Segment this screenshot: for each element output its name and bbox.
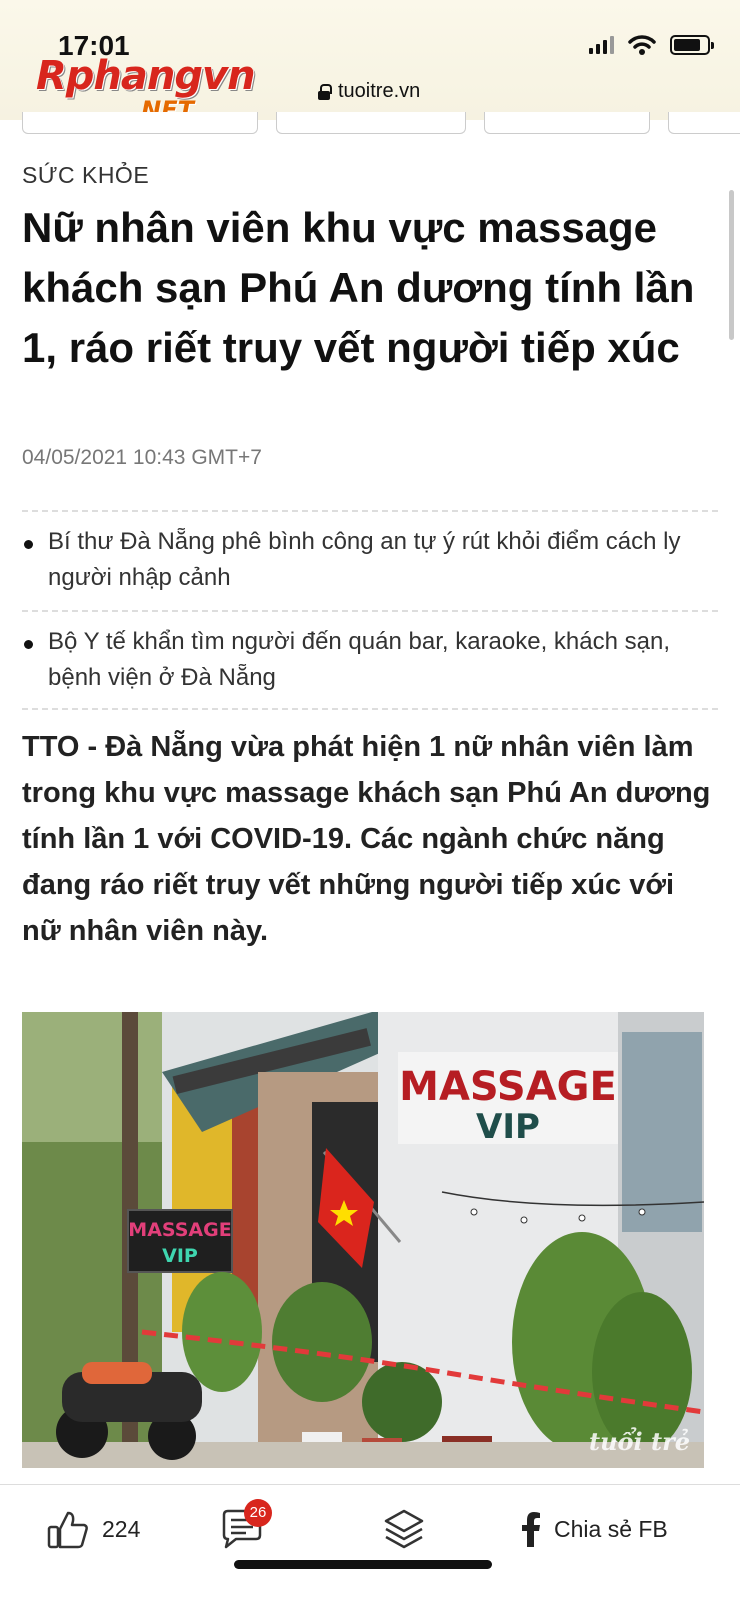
article-category[interactable]: SỨC KHỎE — [22, 162, 149, 189]
comment-count-badge: 26 — [244, 1499, 272, 1527]
comments-button[interactable]: 26 — [220, 1499, 272, 1553]
photo-sign-small-line2: VIP — [162, 1245, 198, 1267]
like-button[interactable]: 224 — [46, 1505, 140, 1553]
related-item[interactable]: Bộ Y tế khẩn tìm người đến quán bar, kar… — [22, 610, 718, 710]
bottom-action-bar: 224 26 Chia sẻ FB — [0, 1484, 740, 1600]
wifi-icon — [628, 35, 656, 55]
related-item[interactable]: Bí thư Đà Nẵng phê bình công an tự ý rút… — [22, 510, 718, 610]
nav-chip[interactable] — [484, 112, 650, 134]
like-count: 224 — [102, 1515, 141, 1542]
photo-sign-small-line1: MASSAGE — [128, 1219, 231, 1241]
battery-icon — [670, 35, 714, 55]
photo-watermark: tuổi trẻ — [589, 1427, 690, 1456]
scrollbar[interactable] — [729, 190, 734, 340]
nav-chip-strip — [0, 112, 740, 134]
article-photo[interactable]: MASSAGE VIP MASSAGE VIP tuổi trẻ — [22, 1012, 704, 1468]
home-indicator[interactable] — [234, 1560, 492, 1569]
nav-chip[interactable] — [22, 112, 258, 134]
related-link[interactable]: Bí thư Đà Nẵng phê bình công an tự ý rút… — [48, 524, 718, 596]
thumbs-up-icon — [47, 1511, 88, 1549]
bullet-icon — [24, 540, 33, 549]
browser-header: 17:01 Rphangvn .NET tuoitre.vn — [0, 0, 740, 124]
photo-sign-main-line2: VIP — [476, 1107, 540, 1147]
site-logo: Rphangvn .NET — [36, 53, 256, 124]
article-title: Nữ nhân viên khu vực massage khách sạn P… — [22, 204, 695, 371]
layers-icon — [384, 1509, 424, 1549]
address-bar[interactable]: tuoitre.vn — [318, 80, 420, 103]
article-date: 04/05/2021 10:43 GMT+7 — [22, 446, 262, 469]
status-icons — [589, 34, 714, 56]
facebook-icon — [522, 1512, 540, 1547]
photo-sign-main-line1: MASSAGE — [399, 1064, 617, 1110]
nav-chip[interactable] — [668, 112, 740, 134]
nav-chip[interactable] — [276, 112, 466, 134]
article-lede: TTO - Đà Nẵng vừa phát hiện 1 nữ nhân vi… — [22, 731, 711, 947]
layers-button[interactable] — [382, 1505, 426, 1553]
url-text: tuoitre.vn — [338, 80, 421, 102]
bullet-icon — [24, 640, 33, 649]
share-facebook-button[interactable]: Chia sẻ FB — [520, 1505, 668, 1553]
related-link[interactable]: Bộ Y tế khẩn tìm người đến quán bar, kar… — [48, 624, 718, 696]
related-links: Bí thư Đà Nẵng phê bình công an tự ý rút… — [22, 510, 718, 710]
lock-icon — [318, 83, 332, 100]
share-label: Chia sẻ FB — [554, 1515, 668, 1542]
cellular-signal-icon — [589, 36, 614, 54]
